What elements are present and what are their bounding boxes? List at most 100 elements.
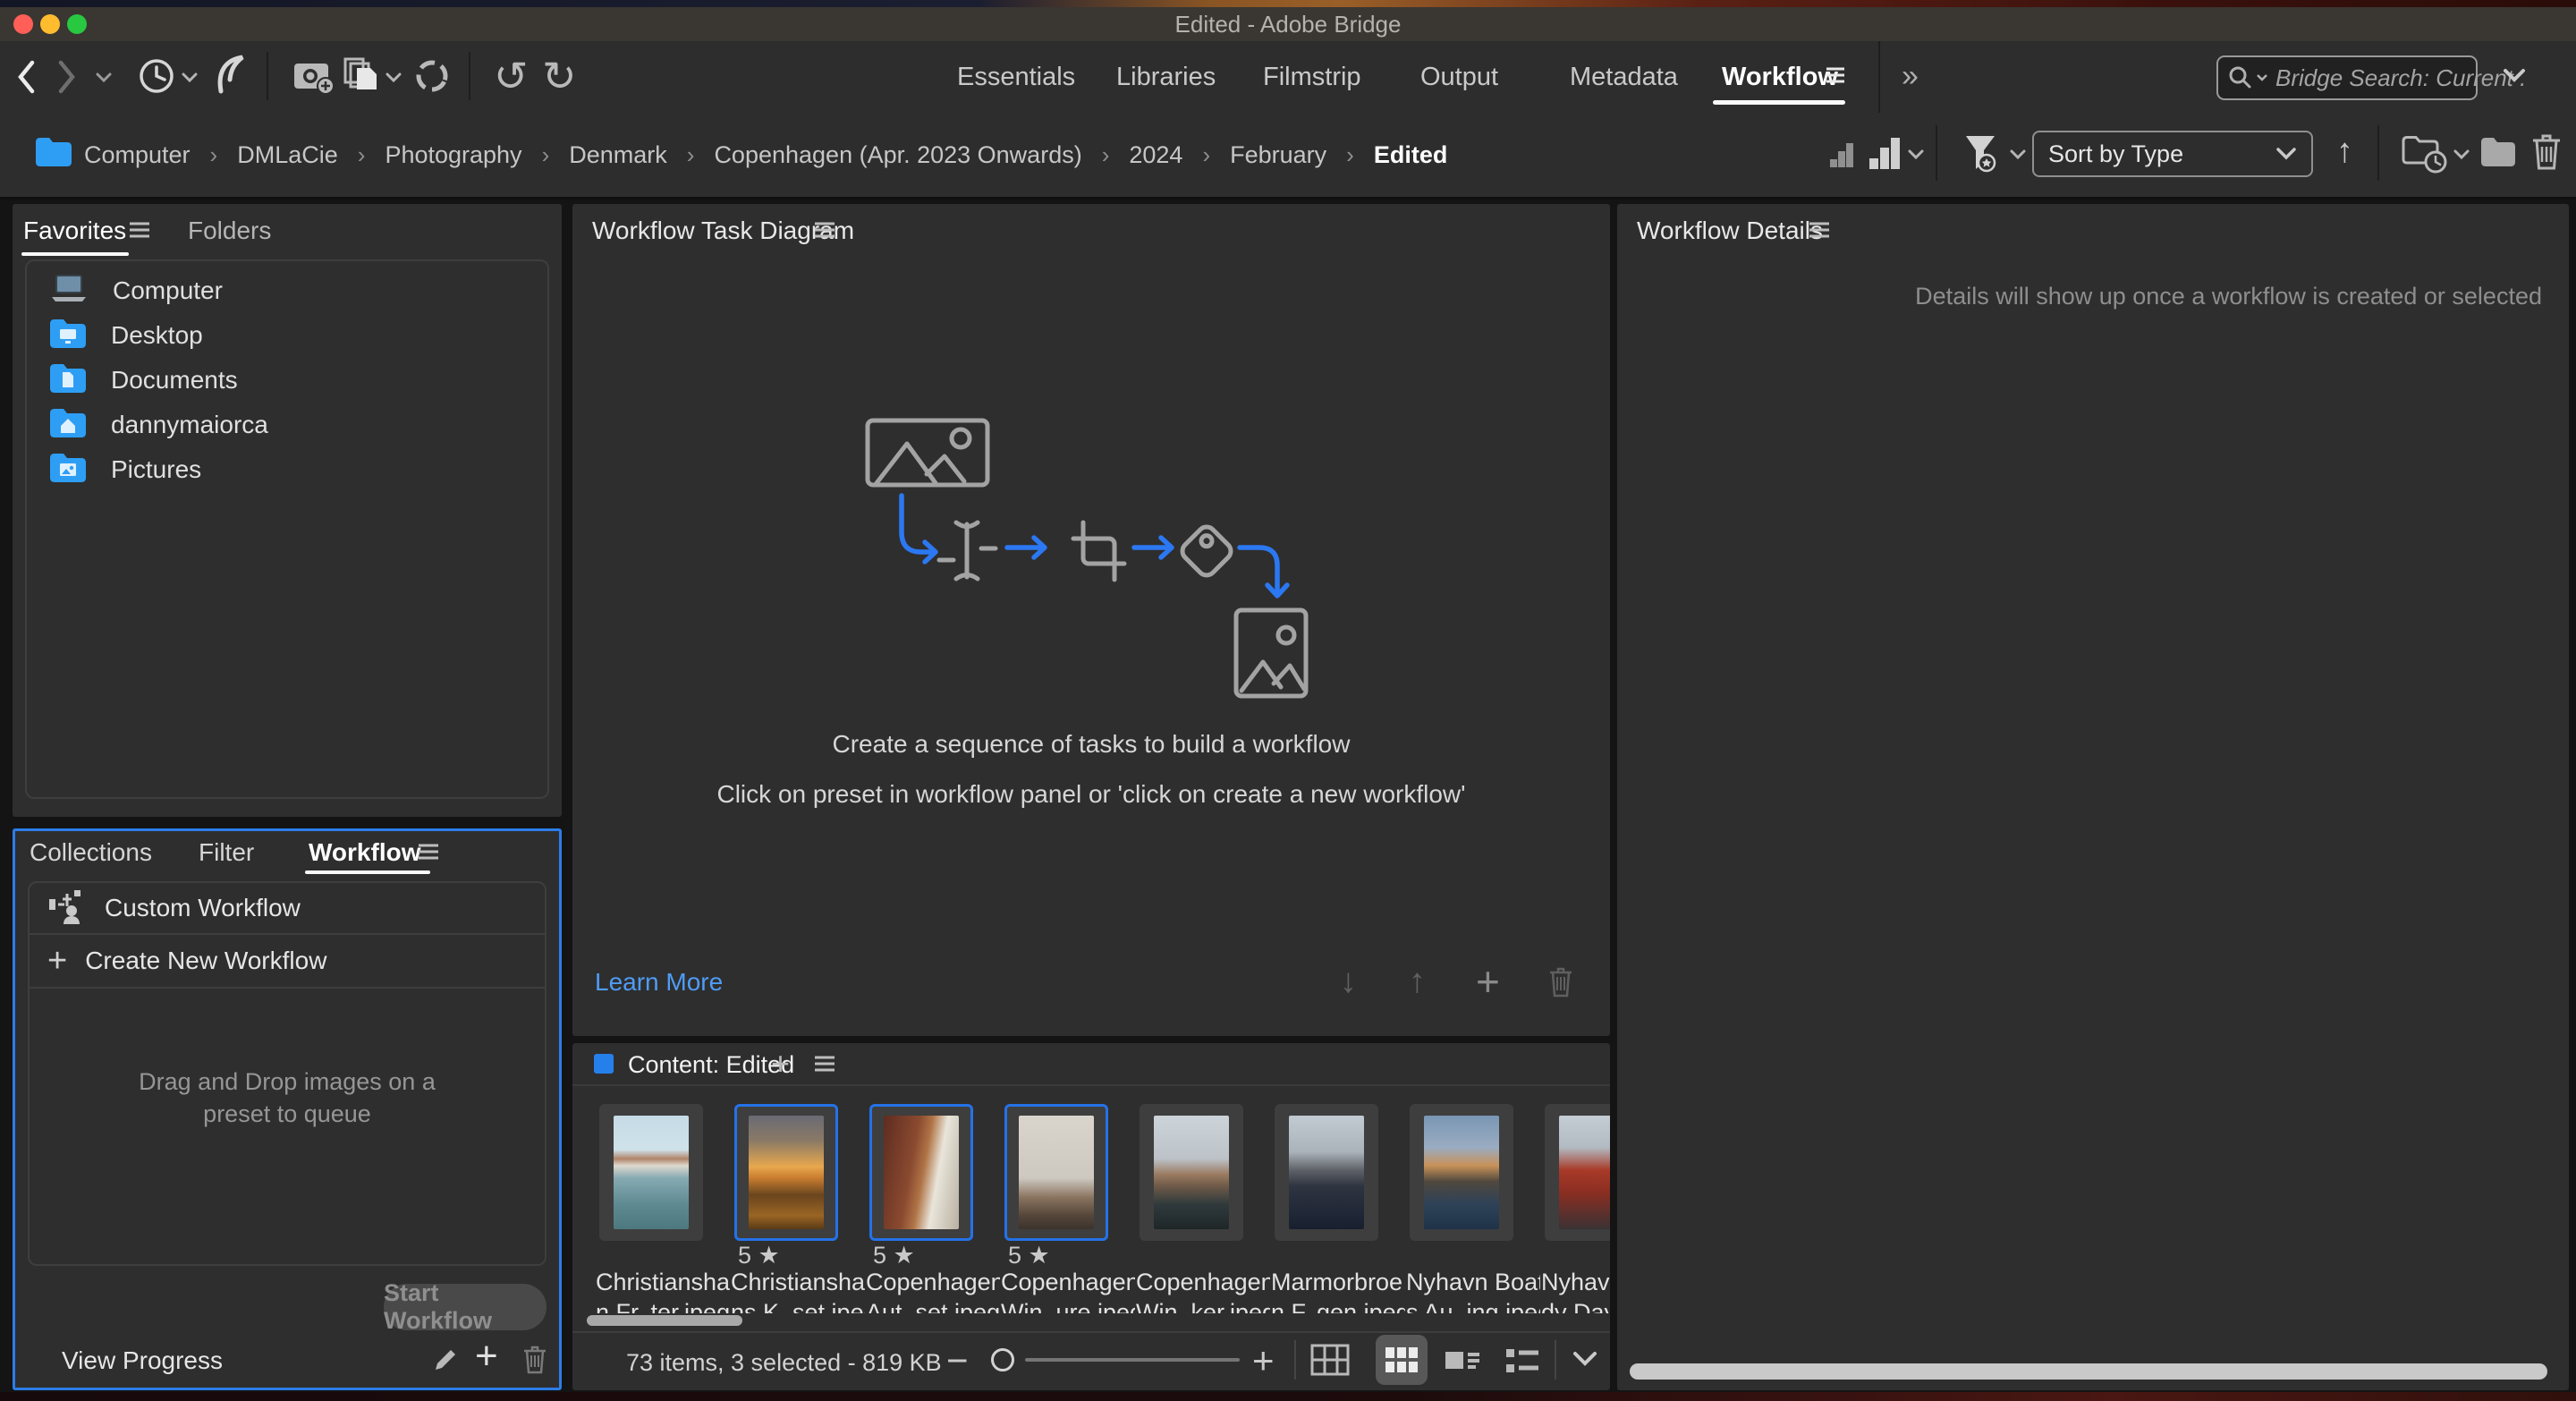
favorites-panel-menu-icon[interactable] bbox=[127, 220, 152, 244]
details-horizontal-scrollbar[interactable] bbox=[1630, 1363, 2547, 1380]
sort-direction-up-icon[interactable]: ↑ bbox=[2336, 132, 2353, 171]
preset-custom-workflow[interactable]: Custom Workflow bbox=[30, 883, 545, 935]
edit-pencil-icon[interactable] bbox=[432, 1345, 461, 1378]
breadcrumb-item[interactable]: February bbox=[1230, 141, 1326, 169]
undo-icon[interactable]: ↺ bbox=[494, 52, 529, 100]
tab-workflow[interactable]: Workflow bbox=[1722, 63, 1838, 92]
search-options-chevron-icon[interactable] bbox=[2503, 68, 2526, 87]
details-panel-menu-icon[interactable] bbox=[1807, 220, 1832, 244]
thumbnail-quality-high-icon[interactable] bbox=[1866, 134, 1903, 174]
content-add-icon[interactable]: + bbox=[771, 1045, 790, 1083]
redo-icon[interactable]: ↻ bbox=[542, 52, 577, 100]
tab-essentials[interactable]: Essentials bbox=[957, 63, 1075, 92]
tab-folders[interactable]: Folders bbox=[188, 217, 271, 245]
move-down-icon[interactable]: ↓ bbox=[1340, 963, 1357, 1001]
learn-more-link[interactable]: Learn More bbox=[595, 968, 723, 997]
breadcrumb-item-current[interactable]: Edited bbox=[1374, 141, 1448, 169]
get-photos-camera-icon[interactable] bbox=[292, 57, 336, 101]
refresh-sync-icon[interactable] bbox=[413, 57, 451, 99]
thumbnail-size-slider-track[interactable] bbox=[1025, 1358, 1240, 1362]
move-up-icon[interactable]: ↑ bbox=[1409, 963, 1426, 1001]
thumbnail-tile[interactable] bbox=[1410, 1104, 1513, 1241]
diagram-instruction-line1: Create a sequence of tasks to build a wo… bbox=[572, 730, 1610, 759]
start-workflow-button[interactable]: Start Workflow bbox=[384, 1284, 547, 1330]
breadcrumb-item[interactable]: Computer bbox=[84, 141, 191, 169]
list-view-icon[interactable] bbox=[1504, 1346, 1540, 1380]
thumbnail-tile[interactable] bbox=[1140, 1104, 1243, 1241]
sidebar-item-label: Pictures bbox=[111, 455, 201, 484]
tab-overflow-button[interactable]: » bbox=[1902, 59, 1919, 94]
copy-files-icon[interactable] bbox=[342, 55, 383, 103]
recent-chevron-icon[interactable] bbox=[2453, 149, 2470, 165]
adobe-bridge-window: Edited - Adobe Bridge ↺ ↻ Essentials Lib… bbox=[0, 0, 2576, 1401]
delete-workflow-trash-icon[interactable] bbox=[521, 1345, 548, 1380]
forward-icon[interactable] bbox=[55, 57, 79, 101]
filter-star-icon[interactable] bbox=[1962, 132, 2005, 180]
filter-chevron-icon[interactable] bbox=[2009, 149, 2027, 165]
grid-view-icon[interactable] bbox=[1310, 1344, 1350, 1380]
sort-select[interactable]: Sort by Type bbox=[2032, 131, 2313, 177]
delete-trash-icon[interactable] bbox=[2529, 132, 2563, 176]
sidebar-item-home[interactable]: dannymaiorca bbox=[27, 403, 547, 447]
thumbnail-size-slider-thumb[interactable] bbox=[991, 1348, 1014, 1371]
thumbnail-tile[interactable] bbox=[1275, 1104, 1378, 1241]
diagram-panel-menu-icon[interactable] bbox=[812, 220, 837, 244]
sidebar-item-documents[interactable]: Documents bbox=[27, 358, 547, 403]
add-task-icon[interactable]: + bbox=[1476, 957, 1500, 1006]
preset-create-new-workflow[interactable]: + Create New Workflow bbox=[30, 935, 545, 989]
breadcrumb-item[interactable]: Denmark bbox=[569, 141, 667, 169]
thumbnail-tile[interactable] bbox=[1545, 1104, 1610, 1241]
breadcrumb-item[interactable]: Copenhagen (Apr. 2023 Onwards) bbox=[714, 141, 1081, 169]
quality-chevron-icon[interactable] bbox=[1907, 149, 1925, 165]
sidebar-item-desktop[interactable]: Desktop bbox=[27, 313, 547, 358]
tab-metadata[interactable]: Metadata bbox=[1570, 63, 1678, 92]
breadcrumb-item[interactable]: 2024 bbox=[1129, 141, 1182, 169]
boomerang-return-icon[interactable] bbox=[215, 54, 245, 99]
thumbnail-view-button-active[interactable] bbox=[1376, 1335, 1428, 1385]
sidebar-item-computer[interactable]: Computer bbox=[27, 268, 547, 313]
recent-files-folder-clock-icon[interactable] bbox=[2401, 134, 2449, 180]
thumbnail-tile-selected[interactable] bbox=[1004, 1104, 1108, 1241]
new-folder-icon[interactable] bbox=[2479, 136, 2517, 173]
tab-collections[interactable]: Collections bbox=[30, 838, 152, 867]
delete-task-trash-icon[interactable] bbox=[1547, 966, 1574, 1003]
history-icon[interactable] bbox=[136, 55, 177, 101]
tab-workflow[interactable]: Workflow bbox=[309, 838, 420, 867]
nav-dropdown-chevron-icon[interactable] bbox=[95, 72, 113, 88]
file-name-line2: s Au..ing.jpeg bbox=[1406, 1299, 1540, 1313]
item-count-status: 73 items, 3 selected - 819 KB bbox=[626, 1349, 942, 1377]
zoom-in-icon[interactable]: + bbox=[1252, 1342, 1275, 1380]
thumbnail-tile-selected[interactable] bbox=[869, 1104, 973, 1241]
tab-favorites[interactable]: Favorites bbox=[23, 217, 126, 245]
tab-output[interactable]: Output bbox=[1420, 63, 1498, 92]
back-icon[interactable] bbox=[14, 57, 38, 101]
tab-filter[interactable]: Filter bbox=[199, 838, 254, 867]
zoom-out-icon[interactable]: − bbox=[946, 1342, 969, 1380]
view-progress-link[interactable]: View Progress bbox=[62, 1346, 223, 1375]
star-rating: 5 ★ bbox=[738, 1242, 780, 1269]
thumbnail-tile-selected[interactable] bbox=[734, 1104, 838, 1241]
workflow-panel-menu-icon[interactable] bbox=[416, 842, 441, 866]
custom-workflow-icon bbox=[47, 888, 87, 929]
thumbnail-tile[interactable] bbox=[599, 1104, 703, 1241]
add-workflow-icon[interactable]: + bbox=[475, 1334, 498, 1379]
content-panel-menu-icon[interactable] bbox=[812, 1054, 837, 1078]
breadcrumb-item[interactable]: DMLaCie bbox=[237, 141, 338, 169]
workflow-tab-menu-icon[interactable] bbox=[1823, 64, 1848, 90]
view-options-chevron-icon[interactable] bbox=[1572, 1351, 1597, 1371]
workflow-presets-list: Custom Workflow + Create New Workflow Dr… bbox=[28, 881, 547, 1266]
sort-select-value: Sort by Type bbox=[2048, 140, 2183, 168]
sidebar-item-pictures[interactable]: Pictures bbox=[27, 447, 547, 492]
content-horizontal-scrollbar[interactable] bbox=[587, 1315, 742, 1326]
copy-chevron-icon[interactable] bbox=[385, 72, 402, 88]
bridge-search-input[interactable]: Bridge Search: Current . bbox=[2216, 55, 2478, 100]
tab-libraries[interactable]: Libraries bbox=[1116, 63, 1216, 92]
tab-filmstrip[interactable]: Filmstrip bbox=[1263, 63, 1361, 92]
history-chevron-icon[interactable] bbox=[181, 72, 199, 88]
breadcrumb-item[interactable]: Photography bbox=[385, 141, 521, 169]
sidebar-item-label: dannymaiorca bbox=[111, 411, 268, 439]
details-view-icon[interactable] bbox=[1444, 1346, 1481, 1380]
diagram-instruction-line2: Click on preset in workflow panel or 'cl… bbox=[572, 780, 1610, 809]
thumbnail-quality-low-icon[interactable] bbox=[1826, 140, 1855, 173]
breadcrumb-separator: › bbox=[210, 141, 218, 169]
